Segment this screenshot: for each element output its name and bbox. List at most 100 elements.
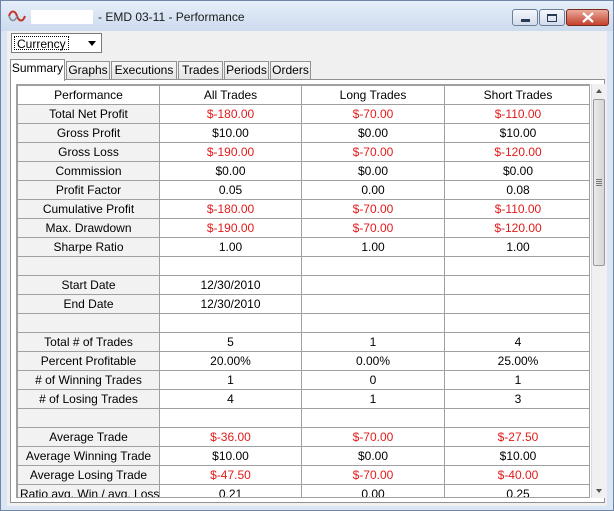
short-trades-cell[interactable]: 0.08 bbox=[444, 180, 589, 200]
short-trades-cell[interactable]: $-120.00 bbox=[444, 218, 589, 238]
chevron-down-icon[interactable] bbox=[84, 35, 100, 51]
all-trades-cell[interactable]: $-36.00 bbox=[159, 427, 302, 447]
tab-periods[interactable]: Periods bbox=[224, 61, 269, 80]
all-trades-cell[interactable]: $-190.00 bbox=[159, 218, 302, 238]
all-trades-cell[interactable]: 12/30/2010 bbox=[159, 275, 302, 295]
all-trades-cell[interactable]: 12/30/2010 bbox=[159, 294, 302, 314]
short-trades-cell[interactable]: $10.00 bbox=[444, 123, 589, 143]
short-trades-cell[interactable]: 1 bbox=[444, 370, 589, 390]
short-trades-cell[interactable]: 0.25 bbox=[444, 484, 589, 497]
title-bar[interactable]: - EMD 03-11 - Performance bbox=[1, 1, 613, 31]
long-trades-cell[interactable]: $-70.00 bbox=[301, 465, 445, 485]
long-trades-cell[interactable]: $0.00 bbox=[301, 161, 445, 181]
minimize-button[interactable] bbox=[512, 9, 538, 26]
all-trades-cell[interactable]: $0.00 bbox=[159, 161, 302, 181]
close-icon bbox=[581, 12, 594, 23]
empty-cell bbox=[301, 408, 445, 428]
maximize-button[interactable] bbox=[539, 9, 565, 26]
tab-orders[interactable]: Orders bbox=[270, 61, 311, 80]
all-trades-cell[interactable]: $-180.00 bbox=[159, 104, 302, 124]
table-row: Average Losing Trade $-47.50 $-70.00 $-40.0… bbox=[17, 465, 589, 485]
long-trades-cell[interactable] bbox=[301, 294, 445, 314]
long-trades-cell[interactable]: $-70.00 bbox=[301, 142, 445, 162]
short-trades-cell[interactable]: $-110.00 bbox=[444, 104, 589, 124]
empty-cell bbox=[301, 313, 445, 333]
empty-cell bbox=[159, 256, 302, 276]
performance-grid[interactable]: Performance All Trades Long Trades Short… bbox=[16, 84, 590, 498]
short-trades-cell[interactable]: $-120.00 bbox=[444, 142, 589, 162]
all-trades-cell[interactable]: $-190.00 bbox=[159, 142, 302, 162]
tab-summary[interactable]: Summary bbox=[10, 59, 65, 81]
all-trades-cell[interactable]: $10.00 bbox=[159, 446, 302, 466]
long-trades-cell[interactable]: 1.00 bbox=[301, 237, 445, 257]
minimize-icon bbox=[520, 19, 530, 22]
vertical-scrollbar[interactable] bbox=[591, 84, 605, 498]
short-trades-cell[interactable]: $-110.00 bbox=[444, 199, 589, 219]
short-trades-cell[interactable] bbox=[444, 275, 589, 295]
short-trades-cell[interactable]: $-27.50 bbox=[444, 427, 589, 447]
table-row: Commission $0.00 $0.00 $0.00 bbox=[17, 161, 589, 181]
short-trades-cell[interactable]: $10.00 bbox=[444, 446, 589, 466]
window-title: - EMD 03-11 - Performance bbox=[98, 10, 245, 24]
tab-trades[interactable]: Trades bbox=[178, 61, 223, 80]
all-trades-cell[interactable]: 4 bbox=[159, 389, 302, 409]
long-trades-cell[interactable]: 0 bbox=[301, 370, 445, 390]
short-trades-cell[interactable] bbox=[444, 294, 589, 314]
long-trades-cell[interactable]: $-70.00 bbox=[301, 218, 445, 238]
table-row: Profit Factor 0.05 0.00 0.08 bbox=[17, 180, 589, 200]
long-trades-cell[interactable]: 1 bbox=[301, 332, 445, 352]
long-trades-cell[interactable]: 0.00 bbox=[301, 180, 445, 200]
empty-cell bbox=[444, 313, 589, 333]
empty-cell bbox=[159, 408, 302, 428]
all-trades-cell[interactable]: $-180.00 bbox=[159, 199, 302, 219]
scrollbar-thumb[interactable] bbox=[593, 99, 605, 266]
row-label: Profit Factor bbox=[17, 180, 160, 200]
short-trades-cell[interactable]: $0.00 bbox=[444, 161, 589, 181]
long-trades-cell[interactable]: $-70.00 bbox=[301, 199, 445, 219]
long-trades-cell[interactable]: 0.00 bbox=[301, 484, 445, 497]
long-trades-cell[interactable]: 0.00% bbox=[301, 351, 445, 371]
all-trades-cell[interactable]: 5 bbox=[159, 332, 302, 352]
maximize-icon bbox=[547, 13, 557, 22]
all-trades-cell[interactable]: $10.00 bbox=[159, 123, 302, 143]
short-trades-cell[interactable]: 25.00% bbox=[444, 351, 589, 371]
empty-cell bbox=[444, 256, 589, 276]
row-label: Sharpe Ratio bbox=[17, 237, 160, 257]
short-trades-cell[interactable]: $-40.00 bbox=[444, 465, 589, 485]
long-trades-cell[interactable]: 1 bbox=[301, 389, 445, 409]
all-trades-cell[interactable]: 0.05 bbox=[159, 180, 302, 200]
table-row: Max. Drawdown $-190.00 $-70.00 $-120.00 bbox=[17, 218, 589, 238]
scroll-down-arrow-icon[interactable] bbox=[592, 484, 606, 498]
column-header[interactable]: Short Trades bbox=[444, 85, 589, 105]
column-header[interactable]: Performance bbox=[17, 85, 160, 105]
long-trades-cell[interactable]: $-70.00 bbox=[301, 104, 445, 124]
column-header[interactable]: All Trades bbox=[159, 85, 302, 105]
all-trades-cell[interactable]: $-47.50 bbox=[159, 465, 302, 485]
long-trades-cell[interactable]: $-70.00 bbox=[301, 427, 445, 447]
tab-graphs[interactable]: Graphs bbox=[66, 61, 110, 80]
currency-dropdown[interactable]: Currency bbox=[11, 33, 102, 53]
row-label: Max. Drawdown bbox=[17, 218, 160, 238]
long-trades-cell[interactable]: $0.00 bbox=[301, 446, 445, 466]
short-trades-cell[interactable]: 1.00 bbox=[444, 237, 589, 257]
performance-window: - EMD 03-11 - Performance Currency Summa… bbox=[0, 0, 614, 511]
all-trades-cell[interactable]: 0.21 bbox=[159, 484, 302, 497]
long-trades-cell[interactable]: $0.00 bbox=[301, 123, 445, 143]
short-trades-cell[interactable]: 3 bbox=[444, 389, 589, 409]
scroll-up-arrow-icon[interactable] bbox=[592, 84, 606, 98]
table-row: Gross Loss $-190.00 $-70.00 $-120.00 bbox=[17, 142, 589, 162]
table-row: Total # of Trades 5 1 4 bbox=[17, 332, 589, 352]
separator-row bbox=[17, 408, 589, 428]
row-label: # of Losing Trades bbox=[17, 389, 160, 409]
row-label: Percent Profitable bbox=[17, 351, 160, 371]
all-trades-cell[interactable]: 1.00 bbox=[159, 237, 302, 257]
long-trades-cell[interactable] bbox=[301, 275, 445, 295]
empty-cell bbox=[159, 313, 302, 333]
short-trades-cell[interactable]: 4 bbox=[444, 332, 589, 352]
tab-executions[interactable]: Executions bbox=[111, 61, 177, 80]
table-row: Percent Profitable 20.00% 0.00% 25.00% bbox=[17, 351, 589, 371]
all-trades-cell[interactable]: 1 bbox=[159, 370, 302, 390]
all-trades-cell[interactable]: 20.00% bbox=[159, 351, 302, 371]
close-button[interactable] bbox=[566, 9, 609, 26]
column-header[interactable]: Long Trades bbox=[301, 85, 445, 105]
